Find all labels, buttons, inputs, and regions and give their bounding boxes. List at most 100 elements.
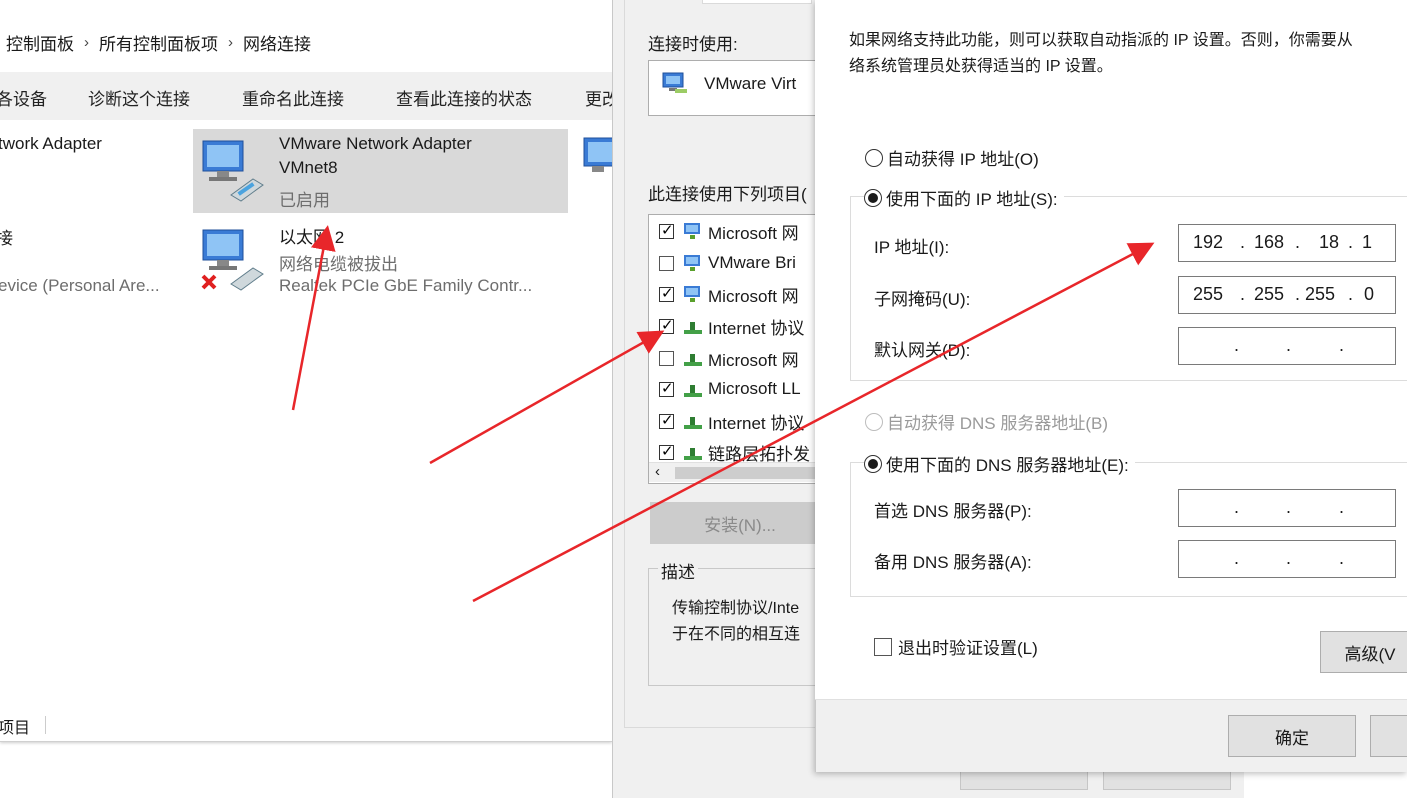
items-list[interactable]: Microsoft 网 VMware Bri Microsoft 网 Inter… [648,214,828,484]
list-item[interactable]: Microsoft 网 [659,279,799,309]
checkbox[interactable] [659,284,674,302]
auto-ip-option[interactable]: 自动获得 IP 地址(O) [865,145,1039,170]
alternate-dns-field[interactable]: ... [1178,540,1396,578]
list-item[interactable]: Internet 协议 [659,311,804,341]
default-gateway-field[interactable]: ... [1178,327,1396,365]
item-count-label: 项目 [0,720,31,737]
description-text-line2: 于在不同的相互连 [672,626,801,643]
radio-button[interactable] [864,188,882,207]
cancel-button-behind[interactable] [1103,770,1231,790]
rename-button[interactable]: 重命名此连接 [242,85,344,110]
diagnose-button[interactable]: 诊断这个连接 [88,85,190,110]
item-label: Internet 协议 [708,318,805,338]
list-item[interactable]: VMware Bri [659,248,796,278]
tab-networking[interactable] [702,0,812,4]
item-label: Microsoft 网 [708,286,799,306]
adapter-name-line2: VMnet8 [279,158,338,177]
manual-ip-option[interactable]: 使用下面的 IP 地址(S): [864,185,1064,210]
scrollbar-thumb[interactable] [675,467,825,479]
ip-octet: 1 [1362,232,1373,252]
ip-octet: 168 [1254,232,1285,252]
radio-button[interactable] [864,454,882,473]
breadcrumb: 控制面板 › 所有控制面板项 › 网络连接 [0,20,612,64]
auto-ip-label: 自动获得 IP 地址(O) [887,150,1039,169]
disable-device-button[interactable]: 各设备 [0,85,47,110]
network-adapter-icon [201,229,264,291]
list-item[interactable]: Microsoft LL [659,374,801,404]
explorer-window: 控制面板 › 所有控制面板项 › 网络连接 各设备 诊断这个连接 重命名此连接 … [0,0,612,742]
checkbox[interactable] [659,255,674,271]
mask-octet: 0 [1364,284,1375,304]
adapter-name: VMware Virt [704,74,797,93]
network-adapter-icon[interactable] [578,134,612,194]
network-adapter-icon [202,140,264,202]
breadcrumb-all-items[interactable]: 所有控制面板项 [93,30,224,55]
list-item[interactable]: Microsoft 网 [659,216,799,246]
adapter-name-line1: VMware Network Adapter [279,134,472,153]
view-status-button[interactable]: 查看此连接的状态 [396,85,532,110]
mask-octet: 255 [1305,284,1336,304]
install-button[interactable]: 安装(N)... [650,502,830,544]
adapter-vmnet8[interactable]: VMware Network Adapter VMnet8 已启用 [193,129,568,213]
item-label: VMware Bri [708,253,796,272]
adapter-device: Realtek PCIe GbE Family Contr... [279,276,533,295]
ip-address-label: IP 地址(I): [874,238,950,257]
adapter-status: 已启用 [279,191,330,210]
manual-dns-label: 使用下面的 DNS 服务器地址(E): [886,456,1129,475]
breadcrumb-control-panel[interactable]: 控制面板 [0,30,80,55]
chevron-right-icon: › [228,33,233,51]
radio-button [865,412,883,431]
horizontal-scrollbar[interactable]: ‹ [649,462,827,482]
connect-using-label: 连接时使用: [648,35,738,54]
ok-button[interactable]: 确定 [1228,715,1356,757]
checkbox[interactable] [659,221,674,239]
preferred-dns-label: 首选 DNS 服务器(P): [874,502,1032,521]
default-gateway-label: 默认网关(D): [874,341,971,360]
status-divider [45,716,46,734]
cancel-button[interactable] [1370,715,1407,757]
status-bar: 项目 [0,710,612,740]
intro-text-line1: 如果网络支持此功能，则可以获取自动指派的 IP 设置。否则，你需要从 [849,32,1353,49]
adapter-box: VMware Virt [648,60,828,116]
validate-on-exit-option[interactable]: 退出时验证设置(L) [874,634,1038,659]
validate-on-exit-label: 退出时验证设置(L) [898,639,1038,658]
preferred-dns-field[interactable]: ... [1178,489,1396,527]
adapter-ethernet-2[interactable]: 以太网 2 网络电缆被拔出 Realtek PCIe GbE Family Co… [193,218,568,302]
manual-dns-option[interactable]: 使用下面的 DNS 服务器地址(E): [864,451,1135,476]
command-bar: 各设备 诊断这个连接 重命名此连接 查看此连接的状态 更改 [0,72,612,120]
breadcrumb-network-connections[interactable]: 网络连接 [237,30,317,55]
network-client-icon [684,223,700,239]
radio-button[interactable] [865,148,883,167]
chevron-right-icon: › [84,33,89,51]
adapter-device: evice (Personal Are... [0,276,160,295]
checkbox[interactable] [659,442,674,460]
adapter-name[interactable]: twork Adapter [0,134,102,154]
chevron-left-icon[interactable]: ‹ [655,463,660,480]
advanced-button[interactable]: 高级(V [1320,631,1407,673]
subnet-mask-field[interactable]: 255 . 255 . 255 . 0 [1178,276,1396,314]
checkbox[interactable] [659,379,674,397]
checkbox[interactable] [659,411,674,429]
item-label: Internet 协议 [708,413,805,433]
network-adapter-icon [662,72,687,93]
ip-address-field[interactable]: 192 . 168 . 18 . 1 [1178,224,1396,262]
list-item[interactable]: Internet 协议 [659,406,804,436]
protocol-icon [684,385,702,397]
subnet-mask-label: 子网掩码(U): [874,290,971,309]
ok-button-behind[interactable] [960,770,1088,790]
manual-ip-label: 使用下面的 IP 地址(S): [886,190,1058,209]
adapter-name[interactable]: 接 [0,224,13,249]
ip-octet: 192 [1193,232,1224,252]
ip-octet: 18 [1319,232,1340,252]
item-label: Microsoft 网 [708,350,799,370]
checkbox[interactable] [659,316,674,334]
item-label: Microsoft 网 [708,223,799,243]
checkbox[interactable] [659,350,674,366]
protocol-icon [684,322,702,334]
list-item[interactable]: Microsoft 网 [659,343,799,373]
network-client-icon [684,286,700,302]
checkbox[interactable] [874,637,892,656]
description-text-line1: 传输控制协议/Inte [672,600,800,617]
change-settings-button[interactable]: 更改 [585,85,612,110]
intro-text-line2: 络系统管理员处获得适当的 IP 设置。 [849,58,1113,75]
